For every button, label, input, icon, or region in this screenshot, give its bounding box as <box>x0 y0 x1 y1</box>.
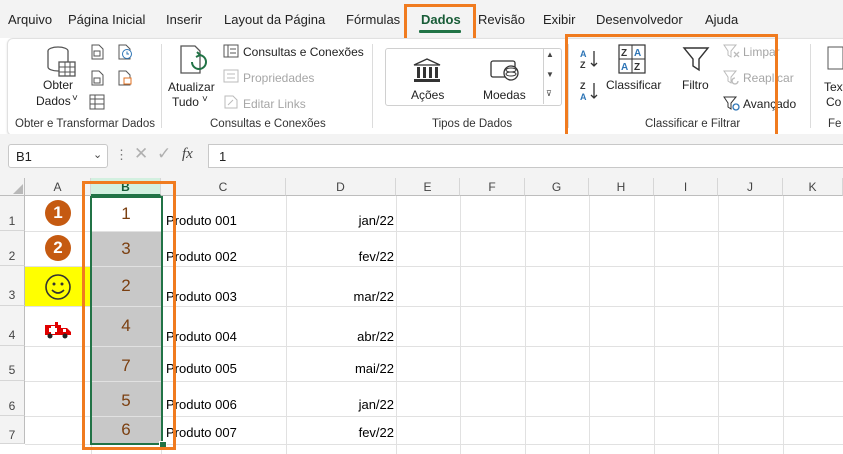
refresh-all-label-2[interactable]: Tudo <box>172 95 199 109</box>
tab-desenvolvedor[interactable]: Desenvolvedor <box>596 12 683 27</box>
group-label-data-tools: Fe <box>828 118 842 130</box>
cell-d5[interactable]: mai/22 <box>287 361 394 376</box>
group-separator <box>161 44 162 128</box>
web-clock-icon[interactable] <box>117 44 133 60</box>
text-csv-icon[interactable] <box>90 44 104 60</box>
gallery-up-icon[interactable]: ▲ <box>546 50 554 59</box>
cell-c7[interactable]: Produto 007 <box>166 425 286 440</box>
cell-c5[interactable]: Produto 005 <box>166 361 286 376</box>
currencies-button[interactable]: Moedas <box>483 88 526 102</box>
database-icon[interactable] <box>45 44 77 78</box>
tab-pagina-inicial[interactable]: Página Inicial <box>68 12 145 27</box>
enter-check-icon[interactable]: ✓ <box>157 144 171 164</box>
refresh-all-icon[interactable] <box>178 44 210 78</box>
cell-d2[interactable]: fev/22 <box>287 249 394 264</box>
highlight-column-b <box>82 181 176 450</box>
more-options-icon[interactable]: ⋮ <box>115 147 128 163</box>
cell-c1[interactable]: Produto 001 <box>166 213 286 228</box>
column-header-d[interactable]: D <box>286 178 396 196</box>
row-header-4[interactable]: 4 <box>0 306 25 346</box>
smiley-face-icon <box>45 274 71 300</box>
row-header-2[interactable]: 2 <box>0 231 25 266</box>
tab-revisao[interactable]: Revisão <box>478 12 525 27</box>
column-header-e[interactable]: E <box>396 178 460 196</box>
chevron-down-icon[interactable]: ˅ <box>202 94 208 105</box>
insert-function-button[interactable]: fx <box>182 146 193 163</box>
number-one-icon: 1 <box>45 200 71 226</box>
cell-d3[interactable]: mar/22 <box>287 289 394 304</box>
row-header-6[interactable]: 6 <box>0 381 25 416</box>
stocks-bank-icon[interactable] <box>411 57 443 83</box>
gallery-more-icon[interactable]: ⊽ <box>546 89 552 98</box>
edit-links-icon[interactable] <box>223 95 239 109</box>
cell-d4[interactable]: abr/22 <box>287 329 394 344</box>
queries-connections-icon[interactable] <box>223 44 239 58</box>
cell-d1[interactable]: jan/22 <box>287 213 394 228</box>
recent-sources-icon[interactable] <box>117 70 133 86</box>
column-header-c[interactable]: C <box>161 178 286 196</box>
chevron-down-icon[interactable]: ⌄ <box>93 148 102 161</box>
cell-d6[interactable]: jan/22 <box>287 397 394 412</box>
column-header-k[interactable]: K <box>783 178 843 196</box>
group-separator <box>372 44 373 128</box>
cell-c3[interactable]: Produto 003 <box>166 289 286 304</box>
chevron-down-icon[interactable]: ˅ <box>72 93 78 104</box>
row-header-1[interactable]: 1 <box>0 196 25 231</box>
cell-c4[interactable]: Produto 004 <box>166 329 286 344</box>
gallery-down-icon[interactable]: ▼ <box>546 70 554 79</box>
column-header-i[interactable]: I <box>654 178 718 196</box>
column-header-g[interactable]: G <box>525 178 589 196</box>
tab-exibir[interactable]: Exibir <box>543 12 576 27</box>
text-to-columns-label-1[interactable]: Text <box>824 80 843 94</box>
refresh-all-label-1[interactable]: Atualizar <box>168 80 215 94</box>
group-label-queries: Consultas e Conexões <box>210 118 326 130</box>
cancel-icon[interactable]: ✕ <box>134 144 148 164</box>
tab-ajuda[interactable]: Ajuda <box>705 12 738 27</box>
tab-formulas[interactable]: Fórmulas <box>346 12 400 27</box>
stocks-button[interactable]: Ações <box>411 88 444 102</box>
cell-c2[interactable]: Produto 002 <box>166 249 286 264</box>
group-label-data-types: Tipos de Dados <box>432 118 513 130</box>
row-header-3[interactable]: 3 <box>0 266 25 306</box>
group-separator <box>810 44 811 128</box>
tab-arquivo[interactable]: Arquivo <box>8 12 52 27</box>
text-to-columns-icon[interactable] <box>826 45 843 73</box>
cell-c6[interactable]: Produto 006 <box>166 397 286 412</box>
currencies-icon[interactable] <box>489 57 521 83</box>
row-header-7[interactable]: 7 <box>0 416 25 444</box>
tab-layout-da-pagina[interactable]: Layout da Página <box>224 12 325 27</box>
column-header-j[interactable]: J <box>718 178 783 196</box>
ambulance-icon <box>45 322 71 339</box>
formula-value: 1 <box>219 149 227 164</box>
select-all-triangle-icon <box>13 184 23 194</box>
row-header-5[interactable]: 5 <box>0 346 25 381</box>
tab-inserir[interactable]: Inserir <box>166 12 202 27</box>
properties-icon[interactable] <box>223 69 239 83</box>
formula-input[interactable]: 1 <box>208 144 843 168</box>
column-header-h[interactable]: H <box>589 178 654 196</box>
name-box-value: B1 <box>16 149 32 164</box>
get-data-label-2[interactable]: Dados <box>36 94 71 108</box>
group-label-get-transform: Obter e Transformar Dados <box>15 118 155 130</box>
get-data-label-1[interactable]: Obter <box>43 78 73 92</box>
edit-links-button[interactable]: Editar Links <box>243 97 306 111</box>
queries-connections-button[interactable]: Consultas e Conexões <box>243 45 364 59</box>
properties-button[interactable]: Propriedades <box>243 71 314 85</box>
number-two-icon: 2 <box>45 235 71 261</box>
existing-connections-icon[interactable] <box>89 94 105 110</box>
column-header-f[interactable]: F <box>460 178 525 196</box>
cell-d7[interactable]: fev/22 <box>287 425 394 440</box>
from-table-icon[interactable] <box>90 70 104 86</box>
name-box[interactable]: B1 ⌄ <box>8 144 108 168</box>
text-to-columns-label-2[interactable]: Co <box>826 95 841 109</box>
